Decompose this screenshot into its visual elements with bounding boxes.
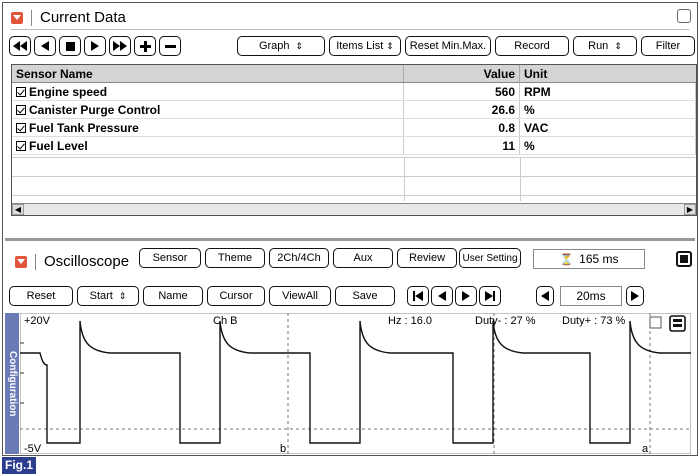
sensor-button[interactable]: Sensor [139,248,201,268]
remove-button[interactable] [159,36,181,56]
maximize-icon[interactable] [677,9,691,23]
next-icon [462,291,470,301]
zoom-increase-button[interactable] [626,286,644,306]
sensor-table: Sensor Name Value Unit Engine speed 560 … [11,64,697,216]
start-select[interactable]: Start ⇕ [77,286,139,306]
left-arrow-icon [541,291,549,301]
filter-button[interactable]: Filter [641,36,695,56]
scale-bottom-label: -5V [24,443,42,454]
reset-button[interactable]: Reset [9,286,73,306]
minus-icon [164,44,176,48]
stop-record-button[interactable] [676,251,692,267]
table-row[interactable]: Fuel Level 11 % [12,137,696,155]
review-button[interactable]: Review [397,248,457,268]
jump-start-button[interactable] [407,286,429,306]
unit-header[interactable]: Unit [520,65,696,82]
cursor-b-label: b [280,443,286,454]
plus-icon [139,40,151,52]
current-data-header: Current Data [11,9,126,26]
panel-splitter[interactable] [5,238,695,241]
current-data-title: Current Data [40,9,126,26]
user-setting-button[interactable]: User Setting [459,248,521,268]
stop-icon [65,41,75,51]
run-select[interactable]: Run ⇕ [573,36,637,56]
collapse-icon[interactable] [15,255,27,268]
fast-forward-button[interactable] [109,36,131,56]
skip-end-icon [485,291,495,301]
frequency-readout: Hz : 16.0 [388,315,432,327]
figure-label: Fig.1 [2,457,37,474]
table-row[interactable]: Fuel Tank Pressure 0.8 VAC [12,119,696,137]
checkbox[interactable] [16,105,26,115]
scan-tool-window: Current Data Graph ⇕ Items List ⇕ Reset Mi… [2,2,698,456]
reset-min-max-button[interactable]: Reset Min.Max. [405,36,491,56]
value-header[interactable]: Value [404,65,520,82]
duty-plus-readout: Duty+ : 73 % [562,315,626,327]
fast-rewind-button[interactable] [9,36,31,56]
time-scale-display: 20ms [560,286,622,306]
sensor-name-header[interactable]: Sensor Name [12,65,404,82]
oscilloscope-header: Oscilloscope [15,253,129,270]
hourglass-icon: ⏳ [559,253,574,266]
stop-button[interactable] [59,36,81,56]
jump-end-button[interactable] [479,286,501,306]
fast-rewind-icon [13,41,27,51]
cursor-a-label: a [642,443,649,454]
updown-icon: ⇕ [386,40,394,51]
record-button[interactable]: Record [495,36,569,56]
updown-icon: ⇕ [614,40,622,51]
fast-forward-icon [113,41,127,51]
oscilloscope-title: Oscilloscope [44,253,130,270]
view-all-button[interactable]: ViewAll [269,286,331,306]
collapse-icon[interactable] [11,11,23,24]
checkbox[interactable] [16,87,26,97]
right-arrow-icon [631,291,639,301]
time-readout: ⏳ 165 ms [533,249,645,269]
checkbox[interactable] [16,141,26,151]
waveform-plot: +20V -5V Ch B Hz : 16.0 Duty- : 27 % Dut… [19,312,692,455]
oscilloscope-display[interactable]: +20V -5V Ch B Hz : 16.0 Duty- : 27 % Dut… [19,312,692,455]
play-icon [91,41,99,51]
prev-icon [438,291,446,301]
table-empty-area [12,157,696,201]
step-back-button[interactable] [34,36,56,56]
scroll-right-icon[interactable]: ▶ [684,204,696,215]
scale-top-label: +20V [24,315,51,327]
theme-button[interactable]: Theme [205,248,265,268]
aux-button[interactable]: Aux [333,248,393,268]
table-row[interactable]: Canister Purge Control 26.6 % [12,101,696,119]
channel-toggle-button[interactable]: 2Ch/4Ch [269,248,329,268]
step-back-icon [41,41,49,51]
cursor-button[interactable]: Cursor [207,286,265,306]
add-button[interactable] [134,36,156,56]
items-list-select[interactable]: Items List ⇕ [329,36,401,56]
duty-minus-readout: Duty- : 27 % [475,315,536,327]
table-row[interactable]: Engine speed 560 RPM [12,83,696,101]
save-button[interactable]: Save [335,286,395,306]
horizontal-scrollbar[interactable]: ◀ ▶ [12,203,696,215]
play-button[interactable] [84,36,106,56]
updown-icon: ⇕ [295,40,304,51]
channel-label: Ch B [213,315,237,327]
name-button[interactable]: Name [143,286,203,306]
layout-icon [669,315,686,332]
table-header: Sensor Name Value Unit [12,65,696,83]
configuration-tab[interactable]: Configuration [5,313,19,454]
scroll-left-icon[interactable]: ◀ [12,204,24,215]
next-button[interactable] [455,286,477,306]
prev-button[interactable] [431,286,453,306]
skip-start-icon [413,291,423,301]
graph-select[interactable]: Graph ⇕ [237,36,325,56]
updown-icon: ⇕ [118,290,127,301]
zoom-decrease-button[interactable] [536,286,554,306]
checkbox[interactable] [16,123,26,133]
checkbox-icon [649,316,662,329]
